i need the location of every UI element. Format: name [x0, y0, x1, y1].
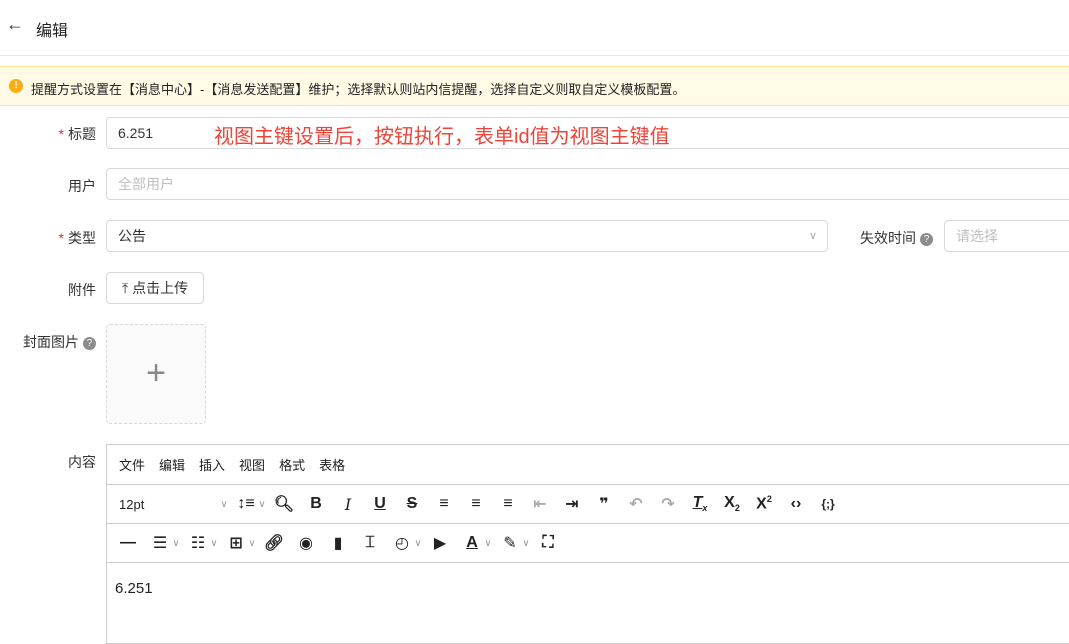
- code-sample-icon[interactable]: {;}: [817, 497, 839, 511]
- horizontal-rule-icon[interactable]: —: [117, 534, 139, 552]
- user-select[interactable]: 全部用户: [106, 168, 1069, 200]
- clear-format-icon[interactable]: Tx: [689, 494, 711, 513]
- plus-icon: +: [146, 354, 166, 392]
- title-label: * 标题: [58, 126, 96, 142]
- info-alert: ! 提醒方式设置在【消息中心】-【消息发送配置】维护；选择默认则站内信提醒，选择…: [0, 66, 1069, 106]
- editor-menubar: 文件 编辑 插入 视图 格式 表格: [107, 445, 1069, 485]
- strikethrough-icon[interactable]: S: [401, 495, 423, 513]
- rich-text-editor[interactable]: 文件 编辑 插入 视图 格式 表格 12pt ∨ ↕≡ ∨ 🔍︎ B I U S …: [106, 444, 1069, 644]
- subscript-icon[interactable]: X2: [721, 494, 743, 513]
- help-icon: ?: [920, 233, 933, 246]
- expire-date-picker[interactable]: 请选择: [944, 220, 1069, 252]
- align-center-icon[interactable]: ≡: [465, 495, 487, 513]
- page-title: 编辑: [36, 23, 69, 40]
- link-icon[interactable]: 🔗︎: [263, 533, 285, 553]
- page-header: ← 编辑: [0, 0, 1069, 56]
- table-icon[interactable]: ⊞: [225, 533, 247, 553]
- bold-icon[interactable]: B: [305, 495, 327, 513]
- warning-icon: !: [9, 79, 23, 93]
- menu-table[interactable]: 表格: [319, 455, 345, 474]
- preview-eye-icon[interactable]: ◉: [295, 533, 317, 553]
- expire-label: 失效时间?: [860, 228, 933, 248]
- menu-format[interactable]: 格式: [279, 455, 305, 474]
- align-right-icon[interactable]: ≡: [497, 495, 519, 513]
- user-label: 用户: [68, 178, 96, 194]
- editor-toolbar-1: 12pt ∨ ↕≡ ∨ 🔍︎ B I U S ≡ ≡ ≡ ⇤ ⇥ ❞ ↶ ↷ Tx…: [107, 485, 1069, 524]
- search-icon[interactable]: 🔍︎: [273, 494, 295, 514]
- cover-upload[interactable]: +: [106, 324, 206, 424]
- outdent-icon[interactable]: ⇤: [529, 494, 551, 514]
- content-label: 内容: [68, 454, 96, 470]
- fullscreen-icon[interactable]: ⛶: [537, 534, 559, 552]
- bookmark-icon[interactable]: ▮: [327, 533, 349, 553]
- menu-edit[interactable]: 编辑: [159, 455, 185, 474]
- chevron-down-icon: ∨: [808, 230, 817, 242]
- menu-file[interactable]: 文件: [119, 455, 145, 474]
- blockquote-icon[interactable]: ❞: [593, 494, 615, 514]
- media-icon[interactable]: ▶: [429, 533, 451, 553]
- undo-icon[interactable]: ↶: [625, 494, 647, 514]
- datetime-clock-icon[interactable]: ◴: [391, 533, 413, 553]
- indent-icon[interactable]: ⇥: [561, 494, 583, 514]
- italic-icon[interactable]: I: [337, 495, 359, 514]
- page-break-icon[interactable]: ⌶: [359, 534, 381, 552]
- upload-button[interactable]: ⤒ 点击上传: [106, 272, 205, 304]
- alert-text: 提醒方式设置在【消息中心】-【消息发送配置】维护；选择默认则站内信提醒，选择自定…: [31, 82, 686, 97]
- annotation-text: 视图主键设置后，按钮执行，表单id值为视图主键值: [214, 126, 670, 148]
- redo-icon[interactable]: ↷: [657, 494, 679, 514]
- attachment-label: 附件: [68, 282, 96, 298]
- chevron-down-icon[interactable]: ∨: [220, 499, 228, 510]
- back-arrow-icon[interactable]: ←: [6, 14, 24, 35]
- code-icon[interactable]: ‹›: [785, 495, 807, 513]
- menu-insert[interactable]: 插入: [199, 455, 225, 474]
- editor-content[interactable]: 6.251: [115, 580, 153, 597]
- line-height-icon[interactable]: ↕≡: [235, 495, 257, 513]
- underline-icon[interactable]: U: [369, 495, 391, 513]
- upload-icon: ⤒: [122, 280, 133, 296]
- cover-label: 封面图片?: [0, 332, 96, 352]
- numbered-list-icon[interactable]: ☷: [187, 533, 209, 553]
- bullet-list-icon[interactable]: ☰: [149, 533, 171, 553]
- editor-toolbar-2: — ☰ ∨ ☷ ∨ ⊞ ∨ 🔗︎ ◉ ▮ ⌶ ◴ ∨ ▶ A ∨ ✎ ∨ ⛶: [107, 524, 1069, 563]
- align-left-icon[interactable]: ≡: [433, 495, 455, 513]
- superscript-icon[interactable]: X2: [753, 494, 775, 513]
- highlight-icon[interactable]: ✎: [499, 533, 521, 553]
- menu-view[interactable]: 视图: [239, 455, 265, 474]
- help-icon: ?: [83, 337, 96, 350]
- text-color-icon[interactable]: A: [461, 534, 483, 552]
- type-label: * 类型: [58, 230, 96, 246]
- font-size-select[interactable]: 12pt: [119, 497, 219, 512]
- type-select[interactable]: 公告 ∨: [106, 220, 828, 252]
